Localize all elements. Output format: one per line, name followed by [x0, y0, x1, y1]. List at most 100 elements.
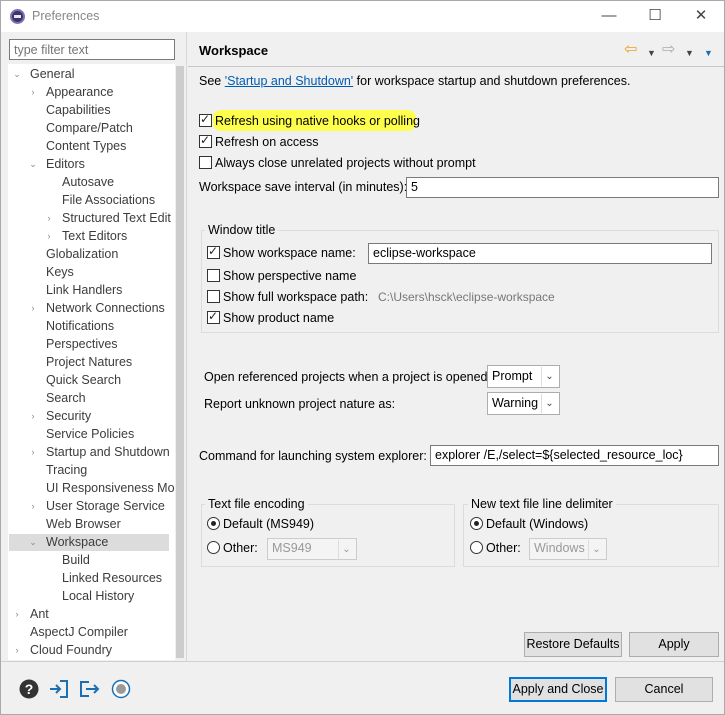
close-button[interactable]: ✕ — [678, 4, 724, 30]
open-ref-label: Open referenced projects when a project … — [204, 370, 491, 384]
sash-divider[interactable] — [186, 32, 187, 661]
encoding-other-label: Other: — [223, 541, 258, 555]
collapsed-icon: › — [31, 447, 35, 457]
delimiter-default-radio[interactable] — [470, 517, 483, 530]
tree-item-build[interactable]: Build — [62, 551, 90, 569]
tree-item-autosave[interactable]: Autosave — [62, 173, 114, 191]
apply-button[interactable]: Apply — [629, 632, 719, 657]
delimiter-other-radio[interactable] — [470, 541, 483, 554]
command-input[interactable]: explorer /E,/select=${selected_resource_… — [430, 445, 719, 466]
tree-item-service-policies[interactable]: Service Policies — [46, 425, 134, 443]
delimiter-group-label: New text file line delimiter — [468, 497, 616, 511]
refresh-native-label: Refresh using native hooks or polling — [215, 114, 420, 128]
open-ref-select[interactable]: Prompt ⌄ — [487, 365, 560, 388]
chevron-down-icon: ⌄ — [541, 367, 557, 386]
show-ws-name-checkbox[interactable] — [207, 244, 220, 259]
tree-item-file-associations[interactable]: File Associations — [62, 191, 155, 209]
tree-item-ui-responsiveness[interactable]: UI Responsiveness Mor — [46, 479, 175, 497]
ws-name-input[interactable]: eclipse-workspace — [368, 243, 712, 264]
tree-item-workspace[interactable]: ⌄ Workspace — [12, 533, 169, 551]
tree-scrollbar[interactable] — [175, 64, 186, 660]
record-icon[interactable] — [110, 678, 132, 700]
export-icon[interactable] — [78, 678, 100, 700]
tree-item-linked-resources[interactable]: Linked Resources — [62, 569, 162, 587]
chevron-down-icon: ⌄ — [588, 540, 604, 559]
back-icon[interactable]: ⇦ — [624, 41, 637, 59]
back-menu-icon[interactable]: ▼ — [647, 44, 656, 62]
delimiter-other-label: Other: — [486, 541, 521, 555]
filter-input[interactable] — [9, 39, 175, 60]
delimiter-other-select[interactable]: Windows ⌄ — [529, 538, 607, 560]
collapsed-icon: › — [31, 303, 35, 313]
page-title: Workspace — [199, 43, 269, 58]
tree-item-quick-search[interactable]: Quick Search — [46, 371, 121, 389]
report-unknown-select[interactable]: Warning ⌄ — [487, 392, 560, 415]
encoding-default-label: Default (MS949) — [223, 517, 315, 531]
header-separator — [188, 66, 724, 67]
show-full-path-checkbox[interactable] — [207, 290, 220, 303]
always-close-label: Always close unrelated projects without … — [215, 156, 476, 170]
startup-shutdown-link[interactable]: 'Startup and Shutdown' — [225, 74, 353, 88]
collapsed-icon: › — [31, 501, 35, 511]
refresh-access-checkbox[interactable] — [199, 133, 212, 148]
forward-menu-icon[interactable]: ▼ — [685, 44, 694, 62]
encoding-group-label: Text file encoding — [205, 497, 308, 511]
tree-item-perspectives[interactable]: Perspectives — [46, 335, 118, 353]
always-close-checkbox[interactable] — [199, 156, 212, 169]
tree-item-capabilities[interactable]: Capabilities — [46, 101, 111, 119]
encoding-default-radio[interactable] — [207, 517, 220, 530]
expanded-icon: ⌄ — [29, 159, 37, 169]
restore-defaults-button[interactable]: Restore Defaults — [524, 632, 622, 657]
tree-item-link-handlers[interactable]: Link Handlers — [46, 281, 122, 299]
refresh-access-label: Refresh on access — [215, 135, 319, 149]
cancel-button[interactable]: Cancel — [615, 677, 713, 702]
delimiter-default-label: Default (Windows) — [486, 517, 589, 531]
show-product-label: Show product name — [223, 311, 335, 325]
minimize-button[interactable]: — — [586, 4, 632, 30]
encoding-other-radio[interactable] — [207, 541, 220, 554]
tree-item-local-history[interactable]: Local History — [62, 587, 134, 605]
title-bar: Preferences — ☐ ✕ — [1, 1, 724, 32]
collapsed-icon: › — [47, 213, 51, 223]
collapsed-icon: › — [47, 231, 51, 241]
expanded-icon: ⌄ — [13, 69, 21, 79]
collapsed-icon: › — [31, 411, 35, 421]
tree-item-keys[interactable]: Keys — [46, 263, 74, 281]
tree-item-tracing[interactable]: Tracing — [46, 461, 87, 479]
window-title-group-label: Window title — [205, 223, 279, 237]
svg-text:?: ? — [25, 681, 34, 697]
tree-item-aspectj-compiler[interactable]: AspectJ Compiler — [30, 623, 128, 641]
tree-item-globalization[interactable]: Globalization — [46, 245, 118, 263]
save-interval-input[interactable]: 5 — [406, 177, 719, 198]
tree-item-notifications[interactable]: Notifications — [46, 317, 114, 335]
tree-item-search[interactable]: Search — [46, 389, 86, 407]
collapsed-icon: › — [31, 87, 35, 97]
show-perspective-label: Show perspective name — [223, 269, 357, 283]
expanded-icon: ⌄ — [29, 537, 37, 547]
show-full-path-label: Show full workspace path: — [223, 290, 369, 304]
tree-scrollbar-thumb[interactable] — [176, 66, 184, 658]
encoding-other-select[interactable]: MS949 ⌄ — [267, 538, 357, 560]
maximize-button[interactable]: ☐ — [632, 4, 678, 30]
preference-tree: ⌄ General › Appearance Capabilities Compar… — [8, 64, 175, 660]
window-title: Preferences — [32, 9, 100, 23]
tree-item-content-types[interactable]: Content Types — [46, 137, 126, 155]
tree-item-project-natures[interactable]: Project Natures — [46, 353, 132, 371]
collapsed-icon: › — [15, 645, 19, 655]
view-menu-icon[interactable]: ▼ — [704, 44, 713, 62]
preferences-window: Preferences — ☐ ✕ ⌄General ›Appearance C… — [0, 0, 725, 715]
import-icon[interactable] — [48, 678, 70, 700]
chevron-down-icon: ⌄ — [338, 540, 354, 559]
refresh-native-checkbox[interactable] — [199, 112, 212, 127]
tree-item-web-browser[interactable]: Web Browser — [46, 515, 121, 533]
full-path-value: C:\Users\hsck\eclipse-workspace — [378, 290, 555, 304]
forward-icon[interactable]: ⇨ — [662, 41, 675, 59]
chevron-down-icon: ⌄ — [541, 394, 557, 413]
eclipse-app-icon — [10, 9, 25, 24]
show-product-checkbox[interactable] — [207, 309, 220, 324]
show-perspective-checkbox[interactable] — [207, 269, 220, 282]
apply-and-close-button[interactable]: Apply and Close — [509, 677, 607, 702]
command-label: Command for launching system explorer: — [199, 449, 427, 463]
help-icon[interactable]: ? — [18, 678, 40, 700]
tree-item-compare-patch[interactable]: Compare/Patch — [46, 119, 133, 137]
